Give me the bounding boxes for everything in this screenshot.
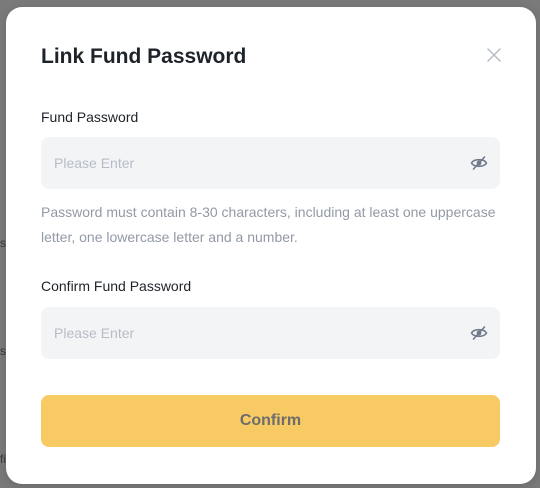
fund-password-label: Fund Password: [41, 109, 139, 125]
confirm-fund-password-label: Confirm Fund Password: [41, 278, 192, 294]
confirm-button[interactable]: Confirm: [41, 395, 500, 447]
confirm-fund-password-field[interactable]: [41, 307, 500, 359]
fund-password-field[interactable]: [41, 137, 500, 189]
eye-off-icon[interactable]: [470, 325, 488, 341]
eye-off-icon[interactable]: [470, 155, 488, 171]
close-icon[interactable]: [484, 45, 504, 65]
fund-password-input[interactable]: [54, 137, 454, 189]
confirm-fund-password-input[interactable]: [54, 307, 454, 359]
dialog-title: Link Fund Password: [41, 45, 247, 68]
link-fund-password-dialog: Link Fund Password Fund Password Passwor…: [6, 7, 536, 484]
password-requirements-hint: Password must contain 8-30 characters, i…: [41, 204, 496, 245]
